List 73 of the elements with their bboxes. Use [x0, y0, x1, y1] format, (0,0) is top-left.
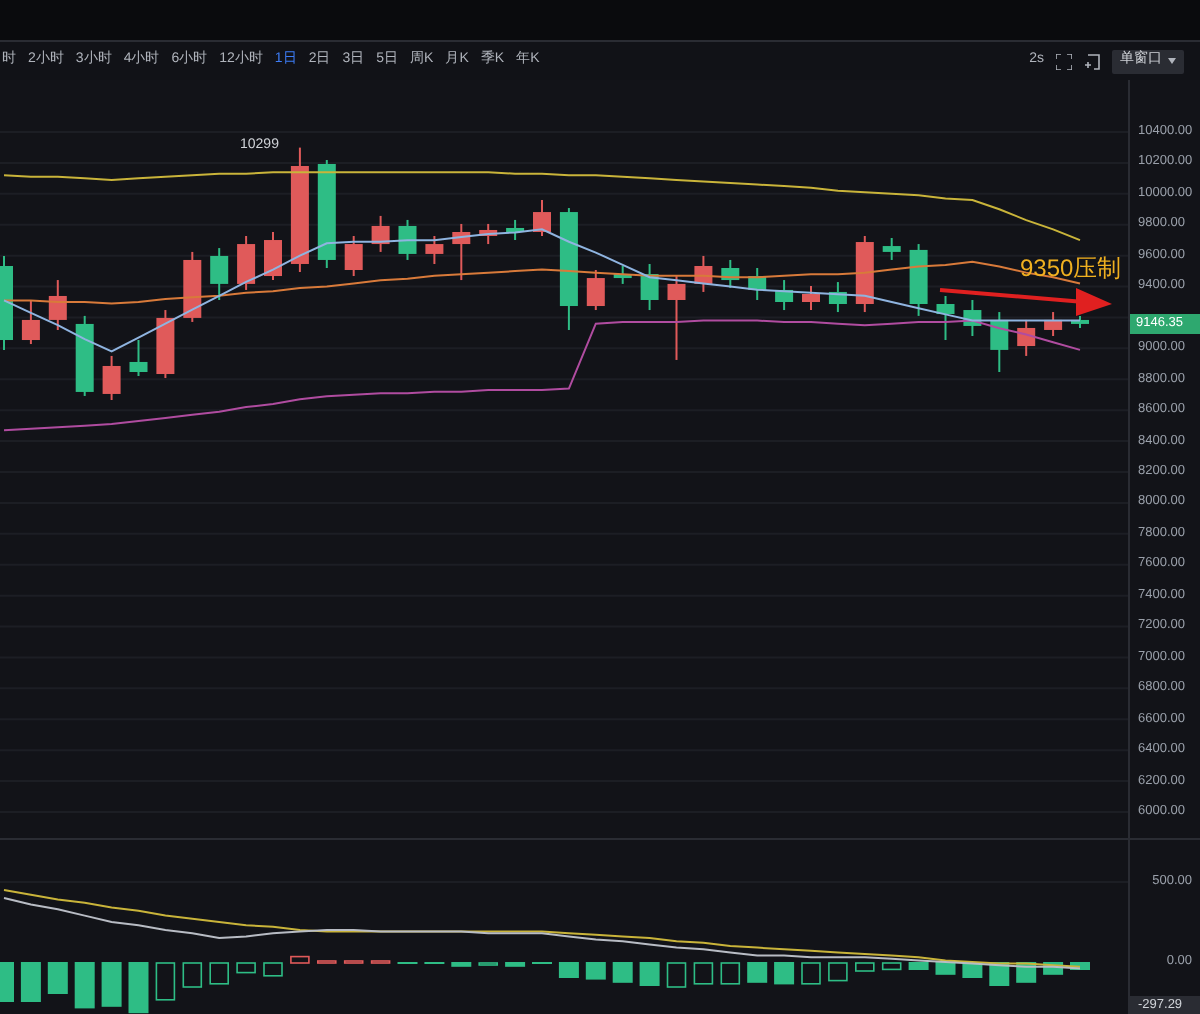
candlestick — [586, 269, 605, 312]
candlestick — [990, 311, 1009, 373]
candlestick — [1017, 318, 1036, 357]
histogram-bar — [693, 962, 714, 985]
histogram-bar — [505, 962, 526, 967]
candlestick — [48, 279, 67, 331]
candlestick — [613, 265, 632, 285]
histogram-bar — [74, 962, 95, 1009]
histogram-bar — [1070, 962, 1090, 970]
candlestick — [882, 237, 901, 261]
candlestick — [909, 243, 928, 317]
histogram-bar — [290, 955, 310, 964]
candlestick — [75, 314, 94, 397]
candlestick — [640, 263, 659, 312]
candlestick — [102, 354, 121, 401]
histogram-bar — [182, 962, 203, 988]
candlestick — [855, 235, 874, 314]
fullscreen-icon[interactable] — [1056, 53, 1072, 69]
histogram-bar — [558, 962, 579, 978]
candlestick — [183, 250, 202, 323]
histogram-bar — [20, 962, 41, 1002]
candlestick — [748, 267, 767, 301]
resistance-annotation: 9350压制 — [1020, 252, 1122, 286]
candlestick — [667, 275, 686, 361]
histogram-bar — [720, 962, 741, 985]
histogram-bar — [128, 962, 149, 1014]
candlestick — [398, 218, 417, 261]
candlestick — [371, 214, 390, 253]
histogram-bar — [828, 962, 848, 982]
histogram-bar — [101, 962, 122, 1007]
histogram-bar — [855, 962, 875, 972]
candlestick — [21, 299, 40, 346]
histogram-bar — [209, 962, 229, 985]
candlestick — [802, 284, 820, 312]
histogram-bar — [666, 962, 687, 988]
histogram-bar — [881, 962, 902, 971]
candlestick — [775, 279, 794, 312]
candlestick — [425, 235, 444, 265]
screenshot-icon[interactable] — [1084, 53, 1100, 69]
candlestick — [963, 299, 982, 337]
histogram-bar — [236, 962, 256, 974]
histogram-bar — [612, 962, 633, 983]
histogram-bar — [774, 962, 795, 985]
histogram-bar — [0, 962, 14, 1002]
candlestick — [129, 339, 148, 378]
candlestick — [317, 158, 336, 269]
histogram-bar — [263, 962, 283, 977]
histogram-bar — [908, 962, 929, 970]
histogram-bar — [801, 962, 821, 985]
candlestick — [559, 207, 578, 331]
candlestick — [156, 309, 175, 380]
candlestick — [828, 281, 847, 314]
candlestick — [264, 231, 282, 282]
histogram-bar — [639, 962, 660, 986]
caret-icon — [1168, 58, 1176, 64]
candlestick — [479, 222, 498, 246]
candlestick — [936, 294, 955, 341]
histogram-bar — [585, 962, 606, 980]
histogram-bar — [747, 962, 768, 983]
candlestick — [694, 254, 713, 293]
candlestick — [210, 247, 229, 301]
candlestick — [721, 258, 740, 289]
histogram-bar — [451, 962, 472, 967]
candlestick — [1044, 311, 1063, 337]
candlestick — [290, 146, 309, 273]
candlestick — [0, 254, 13, 351]
candlestick — [533, 199, 551, 237]
candlestick — [344, 235, 363, 278]
histogram-bar — [47, 962, 68, 994]
histogram-bar — [155, 962, 176, 1001]
candlestick — [506, 218, 525, 242]
candlestick — [452, 222, 471, 282]
candlestick — [237, 235, 256, 291]
